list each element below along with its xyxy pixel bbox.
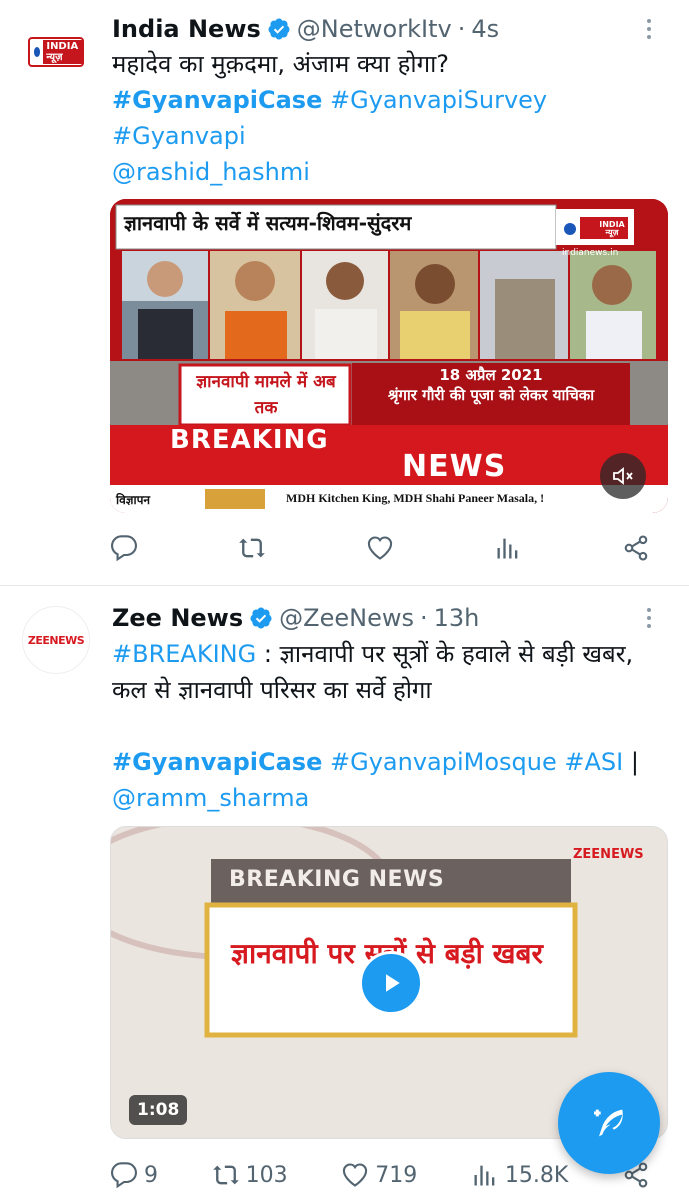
play-icon <box>386 974 400 992</box>
retweet-button[interactable]: 103 <box>212 1161 288 1189</box>
author-handle[interactable]: @ZeeNews <box>279 604 414 632</box>
views-icon <box>474 1165 495 1186</box>
media-headline: ज्ञानवापी के सर्वे में सत्यम-शिवम-सुंदरम <box>124 211 412 235</box>
views-button[interactable]: 15.8K <box>471 1161 568 1189</box>
avatar-zee-news[interactable]: ZEENEWS <box>22 606 90 674</box>
tweet-text: #BREAKING : ज्ञानवापी पर सूत्रों के हवाल… <box>112 636 672 816</box>
retweet-icon <box>212 1165 239 1185</box>
india-news-logo: INDIA न्यूज़ <box>28 37 84 67</box>
compose-button[interactable] <box>558 1072 660 1174</box>
media-logo: ZEENEWS <box>573 847 644 862</box>
like-button[interactable]: 719 <box>341 1161 417 1189</box>
text-separator: | <box>623 748 639 776</box>
share-button[interactable] <box>622 534 650 562</box>
hashtag-link[interactable]: #BREAKING <box>112 640 256 668</box>
tweet-line: महादेव का मुक़दमा, अंजाम क्या होगा? <box>112 50 450 78</box>
tweet-divider <box>0 585 689 586</box>
tweet-actions: 9 103 719 15.8K <box>110 1157 650 1193</box>
tweet-actions <box>110 530 650 566</box>
views-button[interactable] <box>494 534 522 562</box>
hashtag-link[interactable]: #GyanvapiCase <box>112 86 322 114</box>
author-name[interactable]: India News <box>112 15 261 43</box>
author-name[interactable]: Zee News <box>112 604 243 632</box>
mention-link[interactable]: @ramm_sharma <box>112 784 309 812</box>
like-button[interactable] <box>366 534 394 562</box>
like-icon <box>367 536 393 560</box>
tweet-header: Zee News @ZeeNews · 13h <box>112 600 479 636</box>
separator-dot: · <box>419 604 428 632</box>
zee-news-logo: ZEENEWS <box>27 633 85 647</box>
video-frame <box>110 199 668 513</box>
reply-icon <box>110 1162 138 1189</box>
mute-icon[interactable] <box>600 453 646 499</box>
retweet-count: 103 <box>245 1162 288 1188</box>
retweet-button[interactable] <box>238 534 266 562</box>
hashtag-link[interactable]: #ASI <box>564 748 623 776</box>
compose-icon <box>594 1109 623 1137</box>
share-icon <box>624 535 648 561</box>
hashtag-link[interactable]: #GyanvapiMosque <box>330 748 557 776</box>
media-box-text: श्रृंगार गौरी की पूजा को लेकर याचिका <box>387 386 595 404</box>
tweet-header: India News @NetworkItv · 4s <box>112 11 499 47</box>
tweet-time[interactable]: 4s <box>471 15 499 43</box>
tweet-line: : ज्ञानवापी पर सूत्रों के हवाले से बड़ी … <box>256 640 634 668</box>
media-ticker-label: विज्ञापन <box>116 493 151 507</box>
tweet-time[interactable]: 13h <box>434 604 480 632</box>
views-count: 15.8K <box>504 1162 569 1188</box>
reply-button[interactable]: 9 <box>110 1161 158 1189</box>
author-handle[interactable]: @NetworkItv <box>297 15 452 43</box>
media-logo: INDIA न्यूज़ <box>599 220 625 237</box>
verified-badge-icon <box>268 18 290 40</box>
avatar-india-news[interactable]: INDIA न्यूज़ <box>22 18 90 86</box>
media-breaking: BREAKING <box>170 425 329 455</box>
media-site: indianews.in <box>562 248 619 258</box>
hashtag-link[interactable]: #Gyanvapi <box>112 122 246 150</box>
hashtag-link[interactable]: #GyanvapiSurvey <box>330 86 547 114</box>
tweet-line: कल से ज्ञानवापी परिसर का सर्वे होगा <box>112 676 432 704</box>
retweet-icon <box>239 538 265 558</box>
verified-badge-icon <box>250 607 272 629</box>
media-box-left: ज्ञानवापी मामले में अब तक <box>196 372 336 418</box>
tweet-text: महादेव का मुक़दमा, अंजाम क्या होगा? #Gya… <box>112 46 672 190</box>
separator-dot: · <box>457 15 466 43</box>
views-icon <box>497 538 518 559</box>
media-ticker: MDH Kitchen King, MDH Shahi Paneer Masal… <box>286 491 545 505</box>
more-icon[interactable] <box>639 603 659 633</box>
like-count: 719 <box>375 1162 418 1188</box>
like-icon <box>343 1163 368 1187</box>
video-media[interactable]: ज्ञानवापी के सर्वे में सत्यम-शिवम-सुंदरम… <box>110 199 668 513</box>
media-box-date: 18 अप्रैल 2021 <box>439 366 543 384</box>
media-banner: BREAKING NEWS <box>229 867 445 892</box>
mention-link[interactable]: @rashid_hashmi <box>112 158 310 186</box>
video-duration: 1:08 <box>129 1095 188 1125</box>
reply-button[interactable] <box>110 534 138 562</box>
more-icon[interactable] <box>639 14 659 44</box>
reply-icon <box>110 535 138 562</box>
hashtag-link[interactable]: #GyanvapiCase <box>112 748 322 776</box>
media-news: NEWS <box>402 449 507 484</box>
reply-count: 9 <box>144 1162 158 1188</box>
play-button[interactable] <box>359 951 423 1015</box>
